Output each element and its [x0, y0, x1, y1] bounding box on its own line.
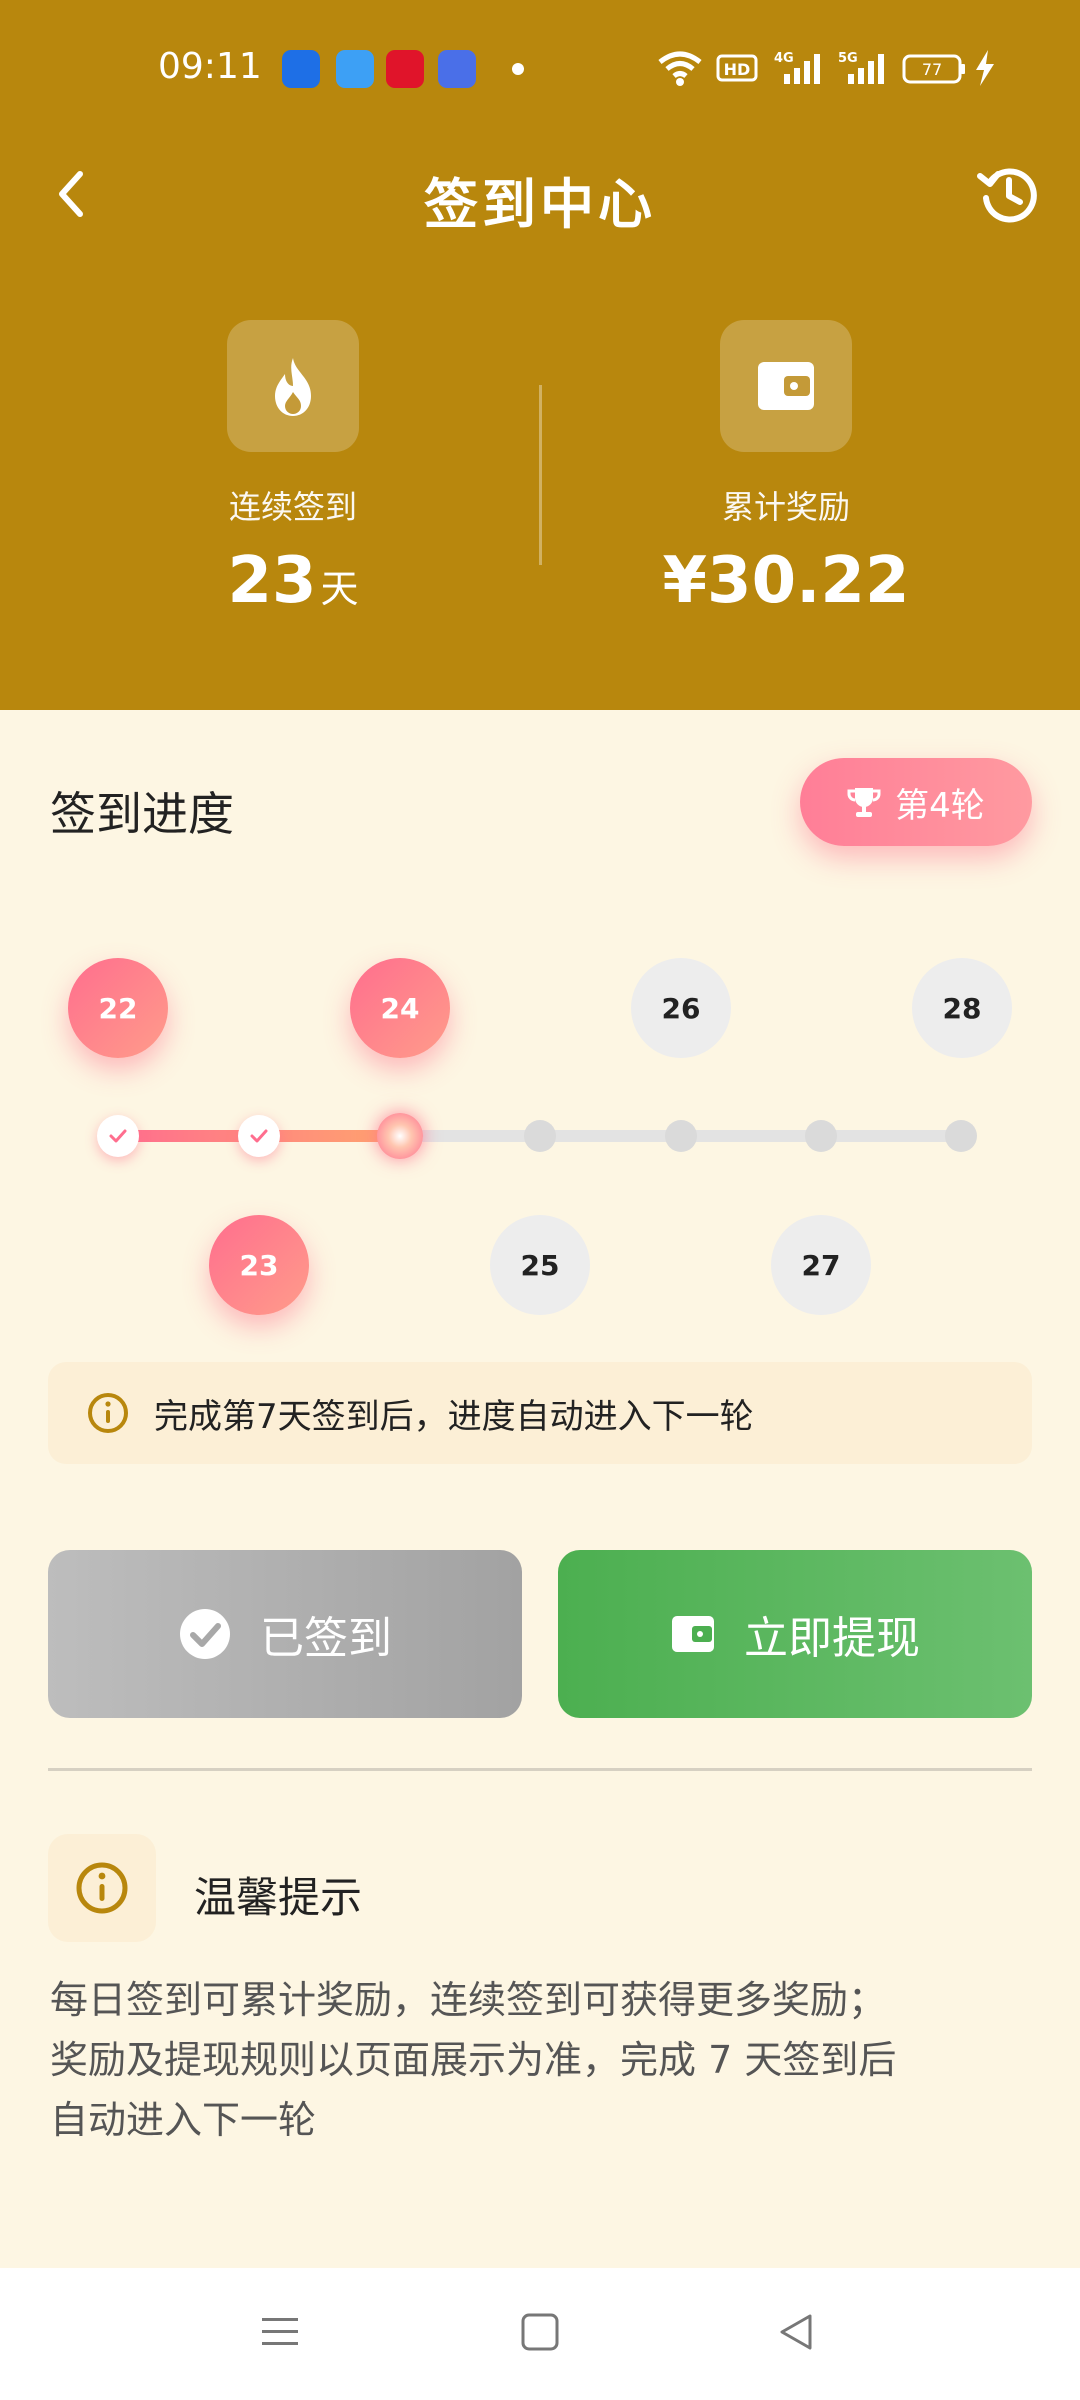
system-nav-bar	[0, 2268, 1080, 2400]
check-icon	[250, 1129, 268, 1143]
signal-4g-icon: 4G	[774, 51, 820, 84]
home-icon[interactable]	[520, 2312, 560, 2352]
status-time: 09:11	[158, 46, 262, 87]
info-icon	[76, 1862, 128, 1914]
day-bubble: 26	[631, 958, 731, 1058]
wifi-icon	[658, 51, 702, 86]
warm-tips-line: 奖励及提现规则以页面展示为准，完成 7 天签到后	[50, 2038, 897, 2082]
progress-node-completed	[238, 1115, 280, 1157]
signed-button-label: 已签到	[260, 1613, 392, 1664]
withdraw-button-label: 立即提现	[744, 1613, 920, 1664]
svg-text:4G: 4G	[774, 51, 794, 66]
svg-text:HD: HD	[724, 60, 751, 79]
flame-icon	[275, 358, 311, 416]
progress-node-pending	[805, 1120, 837, 1152]
wallet-icon	[758, 362, 814, 410]
charging-icon	[976, 50, 994, 86]
signal-5g-icon: 5G	[838, 51, 884, 84]
round-badge: 第4轮	[800, 758, 1032, 846]
warm-tips-title: 温馨提示	[194, 1873, 363, 1922]
streak-label: 连续签到	[228, 488, 357, 526]
warm-tips-line: 每日签到可累计奖励，连续签到可获得更多奖励；	[50, 1978, 887, 2022]
hd-icon: HD	[716, 54, 758, 82]
reward-label: 累计奖励	[721, 488, 850, 526]
page-title: 签到中心	[424, 173, 656, 236]
section-divider	[48, 1768, 1032, 1771]
progress-tip-text: 完成第7天签到后，进度自动进入下一轮	[154, 1396, 754, 1437]
info-icon	[88, 1393, 128, 1433]
warm-tips-icon-box	[48, 1834, 156, 1942]
warm-tips-body: 每日签到可累计奖励，连续签到可获得更多奖励； 奖励及提现规则以页面展示为准，完成…	[50, 1970, 1040, 2150]
reward-stat: 累计奖励 ¥30.22	[586, 320, 986, 618]
round-badge-label: 第4轮	[895, 785, 985, 826]
warm-tips-line: 自动进入下一轮	[50, 2098, 317, 2142]
streak-unit: 天	[320, 567, 359, 611]
notification-app-icon	[282, 50, 320, 88]
stats-divider	[539, 385, 542, 565]
svg-text:5G: 5G	[838, 51, 858, 66]
svg-text:77: 77	[922, 60, 942, 79]
wallet-icon-box	[720, 320, 852, 452]
history-icon[interactable]	[976, 162, 1040, 226]
status-bar: 09:11 HD 4G 5G 77	[0, 0, 1080, 140]
back-triangle-icon[interactable]	[776, 2312, 816, 2352]
battery-icon: 77	[902, 54, 965, 84]
check-icon	[109, 1129, 127, 1143]
streak-number: 23	[227, 544, 317, 618]
signed-button[interactable]: 已签到	[48, 1550, 522, 1718]
status-dot	[512, 63, 524, 75]
day-bubble: 28	[912, 958, 1012, 1058]
reward-value: ¥30.22	[662, 544, 910, 618]
notification-app-icon	[438, 50, 476, 88]
flame-icon-box	[227, 320, 359, 452]
notification-app-icon	[336, 50, 374, 88]
withdraw-button[interactable]: 立即提现	[558, 1550, 1032, 1718]
day-bubble: 22	[68, 958, 168, 1058]
streak-value: 23 天	[93, 544, 493, 618]
day-bubble: 27	[771, 1215, 871, 1315]
progress-title: 签到进度	[50, 787, 234, 841]
trophy-icon	[847, 788, 881, 817]
progress-node-pending	[665, 1120, 697, 1152]
progress-node-pending	[945, 1120, 977, 1152]
header-band: 09:11 HD 4G 5G 77 签到中心 连续签到 23 天 累计奖励 ¥3…	[0, 0, 1080, 710]
wallet-icon	[672, 1616, 714, 1652]
notification-app-icon	[386, 50, 424, 88]
progress-node-completed	[97, 1115, 139, 1157]
progress-node-pending	[524, 1120, 556, 1152]
menu-icon[interactable]	[260, 2312, 300, 2352]
day-bubble: 23	[209, 1215, 309, 1315]
check-circle-icon	[180, 1609, 230, 1659]
day-bubble: 24	[350, 958, 450, 1058]
streak-stat: 连续签到 23 天	[93, 320, 493, 618]
progress-node-current	[377, 1113, 423, 1159]
day-bubble: 25	[490, 1215, 590, 1315]
progress-tip: 完成第7天签到后，进度自动进入下一轮	[48, 1362, 1032, 1464]
